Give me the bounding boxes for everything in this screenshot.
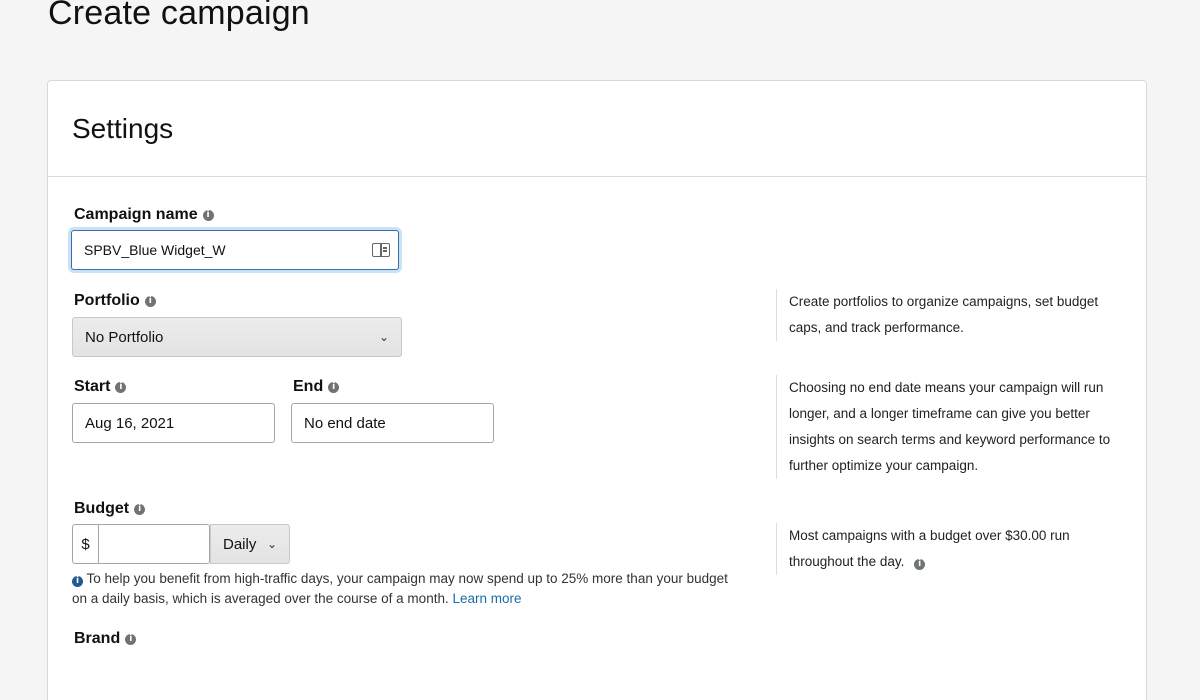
budget-help-text: i To help you benefit from high-traffic … (72, 569, 732, 609)
info-icon[interactable]: i (328, 381, 340, 393)
portfolio-selected-value: No Portfolio (85, 328, 164, 346)
budget-note: Most campaigns with a budget over $30.00… (776, 523, 1121, 575)
end-label: End i (293, 378, 340, 396)
end-date-input[interactable]: No end date (291, 403, 494, 443)
settings-header: Settings (48, 81, 1146, 177)
dates-note: Choosing no end date means your campaign… (776, 375, 1121, 479)
page-title: Create campaign (48, 0, 310, 32)
portfolio-label-text: Portfolio (74, 292, 140, 309)
info-icon[interactable]: i (202, 209, 214, 221)
campaign-name-value: SPBV_Blue Widget_W (84, 242, 226, 258)
start-label-text: Start (74, 378, 111, 395)
budget-help-message: To help you benefit from high-traffic da… (72, 571, 728, 606)
info-icon[interactable]: i (125, 633, 137, 645)
book-icon[interactable] (372, 243, 390, 257)
brand-label: Brand i (74, 630, 137, 648)
budget-period-select[interactable]: Daily ⌄ (210, 524, 290, 564)
info-icon[interactable]: i (144, 295, 156, 307)
start-date-value: Aug 16, 2021 (85, 414, 175, 432)
chevron-down-icon: ⌄ (378, 330, 389, 344)
chevron-down-icon: ⌄ (266, 537, 277, 551)
settings-card: Settings Campaign name i SPBV_Blue Widge… (47, 80, 1147, 700)
campaign-name-label-text: Campaign name (74, 206, 198, 223)
portfolio-note: Create portfolios to organize campaigns,… (776, 289, 1131, 341)
learn-more-link[interactable]: Learn more (452, 591, 521, 606)
info-icon: i (72, 576, 83, 587)
budget-input-group: $ (72, 524, 210, 564)
budget-period-value: Daily (223, 535, 257, 553)
budget-label: Budget i (74, 500, 146, 518)
currency-symbol: $ (73, 525, 99, 563)
info-icon[interactable]: i (115, 381, 127, 393)
info-icon[interactable]: i (914, 559, 926, 570)
start-label: Start i (74, 378, 127, 396)
brand-label-text: Brand (74, 630, 121, 647)
budget-label-text: Budget (74, 500, 130, 517)
portfolio-label: Portfolio i (74, 292, 156, 310)
start-date-input[interactable]: Aug 16, 2021 (72, 403, 275, 443)
campaign-name-input[interactable]: SPBV_Blue Widget_W (71, 230, 399, 270)
end-date-value: No end date (304, 414, 386, 432)
settings-title: Settings (72, 113, 174, 144)
end-label-text: End (293, 378, 324, 395)
campaign-name-label: Campaign name i (74, 206, 214, 224)
budget-amount-input[interactable] (99, 525, 209, 563)
budget-note-text: Most campaigns with a budget over $30.00… (789, 528, 1070, 569)
portfolio-select[interactable]: No Portfolio ⌄ (72, 317, 402, 357)
info-icon[interactable]: i (134, 503, 146, 515)
